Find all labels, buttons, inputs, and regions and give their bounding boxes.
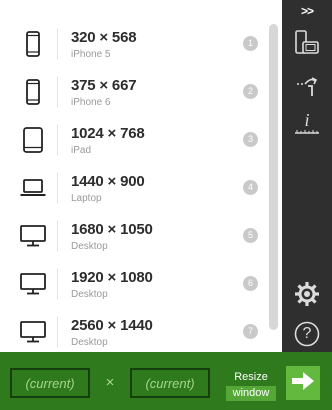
shortcut-badge: 4 bbox=[243, 180, 258, 195]
help-question-icon: ? bbox=[294, 321, 320, 347]
device-name: Laptop bbox=[71, 193, 102, 204]
shortcut-badge: 3 bbox=[243, 132, 258, 147]
shortcut-badge: 1 bbox=[243, 36, 258, 51]
info-ruler-icon: i bbox=[292, 108, 322, 143]
device-name: Desktop bbox=[71, 337, 108, 348]
shortcut-badge: 6 bbox=[243, 276, 258, 291]
device-item-iphone5[interactable]: 320 × 568 iPhone 5 1 bbox=[0, 20, 268, 68]
device-item-desktop-1920[interactable]: 1920 × 1080 Desktop 6 bbox=[0, 260, 268, 308]
window-label: window bbox=[226, 386, 276, 401]
resize-label: Resize bbox=[234, 371, 268, 383]
swap-dimensions-button[interactable] bbox=[282, 70, 332, 104]
custom-size-bar: × Resize window bbox=[0, 352, 332, 410]
resize-window-toggle[interactable]: Resize window bbox=[224, 370, 278, 402]
swap-dimensions-icon bbox=[293, 71, 321, 104]
side-toolbar: >> i ? bbox=[282, 0, 332, 352]
phone-icon bbox=[14, 68, 52, 116]
apply-size-button[interactable] bbox=[286, 366, 320, 400]
desktop-icon bbox=[14, 308, 52, 352]
device-item-laptop[interactable]: 1440 × 900 Laptop 4 bbox=[0, 164, 268, 212]
desktop-icon bbox=[14, 260, 52, 308]
separator bbox=[57, 28, 58, 60]
separator bbox=[57, 268, 58, 300]
help-label: ? bbox=[302, 325, 312, 342]
device-list: 320 × 568 iPhone 5 1 375 × 667 iPhone 6 … bbox=[0, 0, 282, 352]
rotate-device-button[interactable] bbox=[282, 28, 332, 62]
rotate-device-icon bbox=[294, 29, 320, 62]
settings-button[interactable] bbox=[282, 279, 332, 313]
device-name: iPhone 6 bbox=[71, 97, 111, 108]
desktop-icon bbox=[14, 212, 52, 260]
shortcut-badge: 2 bbox=[243, 84, 258, 99]
help-button[interactable]: ? bbox=[282, 318, 332, 350]
device-item-desktop-1680[interactable]: 1680 × 1050 Desktop 5 bbox=[0, 212, 268, 260]
separator bbox=[57, 76, 58, 108]
separator bbox=[57, 316, 58, 348]
separator bbox=[57, 124, 58, 156]
device-name: Desktop bbox=[71, 241, 108, 252]
device-name: Desktop bbox=[71, 289, 108, 300]
info-ruler-button[interactable]: i bbox=[282, 108, 332, 142]
tablet-icon bbox=[14, 116, 52, 164]
height-input[interactable] bbox=[130, 368, 210, 398]
device-item-iphone6[interactable]: 375 × 667 iPhone 6 2 bbox=[0, 68, 268, 116]
collapse-button[interactable]: >> bbox=[282, 2, 332, 20]
dimension-separator: × bbox=[105, 374, 115, 391]
svg-text:i: i bbox=[304, 110, 309, 130]
device-resolution: 2560 × 1440 bbox=[71, 317, 153, 334]
laptop-icon bbox=[14, 164, 52, 212]
width-input[interactable] bbox=[10, 368, 90, 398]
separator bbox=[57, 220, 58, 252]
shortcut-badge: 7 bbox=[243, 324, 258, 339]
separator bbox=[57, 172, 58, 204]
arrow-right-icon bbox=[290, 369, 316, 398]
device-name: iPad bbox=[71, 145, 92, 156]
device-name: iPhone 5 bbox=[71, 49, 111, 60]
device-resolution: 1440 × 900 bbox=[71, 173, 145, 190]
device-item-desktop-2560[interactable]: 2560 × 1440 Desktop 7 bbox=[0, 308, 268, 352]
device-item-ipad[interactable]: 1024 × 768 iPad 3 bbox=[0, 116, 268, 164]
device-resolution: 1680 × 1050 bbox=[71, 221, 153, 238]
device-resolution: 1920 × 1080 bbox=[71, 269, 153, 286]
device-resolution: 1024 × 768 bbox=[71, 125, 145, 142]
shortcut-badge: 5 bbox=[243, 228, 258, 243]
settings-gear-icon bbox=[293, 280, 321, 313]
list-scrollbar[interactable] bbox=[269, 24, 278, 330]
device-resolution: 375 × 667 bbox=[71, 77, 137, 94]
device-resolution: 320 × 568 bbox=[71, 29, 137, 46]
phone-icon bbox=[14, 20, 52, 68]
